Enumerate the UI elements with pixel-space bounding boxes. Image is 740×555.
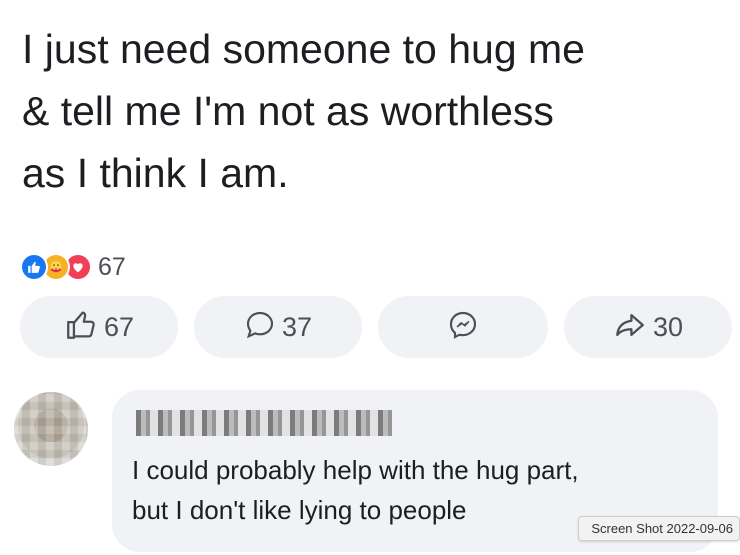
messenger-icon [447, 309, 479, 346]
reactions-summary[interactable]: 67 [20, 252, 126, 282]
thumbs-up-icon [64, 308, 98, 347]
like-button[interactable]: 67 [20, 296, 178, 358]
messenger-button[interactable] [378, 296, 548, 358]
like-icon [20, 253, 48, 281]
post-text: I just need someone to hug me & tell me … [22, 26, 585, 196]
share-button[interactable]: 30 [564, 296, 732, 358]
like-count: 67 [103, 311, 135, 342]
screenshot-label: Screen Shot 2022-09-06 [578, 516, 740, 541]
comment-button[interactable]: 37 [194, 296, 362, 358]
reaction-count: 67 [98, 252, 126, 281]
share-arrow-icon [613, 308, 647, 347]
comment-bubble-icon [244, 309, 276, 346]
comment-author-name-blurred[interactable] [136, 410, 392, 436]
comment-count: 37 [281, 311, 313, 342]
avatar[interactable] [14, 392, 88, 466]
comment: I could probably help with the hug part,… [0, 388, 740, 555]
share-count: 30 [652, 311, 684, 342]
action-bar: 67 37 30 [20, 296, 732, 358]
